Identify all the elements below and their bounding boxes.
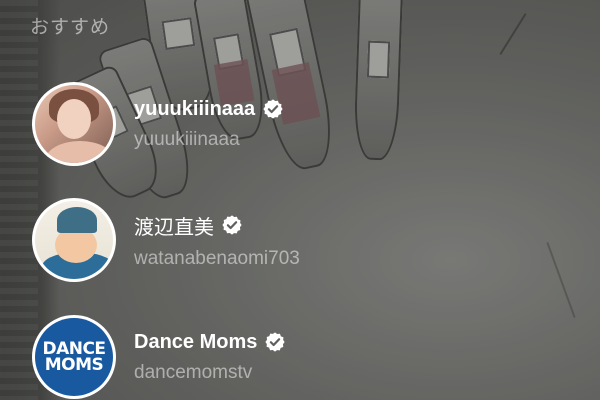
account-name[interactable]: yuuukiiinaaa: [134, 98, 255, 121]
account-handle: dancemomstv: [134, 361, 253, 383]
account-row[interactable]: DANCE MOMS Dance Moms dancemomstv: [32, 313, 492, 400]
verified-badge-icon: [222, 215, 242, 235]
section-title: おすすめ: [30, 17, 111, 38]
dance-moms-logo: DANCE MOMS: [35, 318, 113, 396]
account-row[interactable]: 渡辺直美 watanabenaomi703: [32, 196, 492, 284]
avatar[interactable]: [32, 198, 116, 282]
avatar[interactable]: [32, 82, 116, 166]
account-name[interactable]: 渡辺直美: [134, 211, 214, 240]
account-handle: yuuukiiinaaa: [134, 128, 240, 150]
verified-badge-icon: [265, 332, 285, 352]
account-name[interactable]: Dance Moms: [134, 331, 257, 354]
account-row[interactable]: yuuukiiinaaa yuuukiiinaaa: [32, 80, 492, 168]
verified-badge-icon: [263, 99, 283, 119]
account-handle: watanabenaomi703: [134, 247, 300, 269]
recommended-accounts-screen: おすすめ yuuukiiinaaa yuuukiiinaaa 渡辺直美 wata…: [0, 0, 600, 400]
avatar[interactable]: DANCE MOMS: [32, 315, 116, 399]
